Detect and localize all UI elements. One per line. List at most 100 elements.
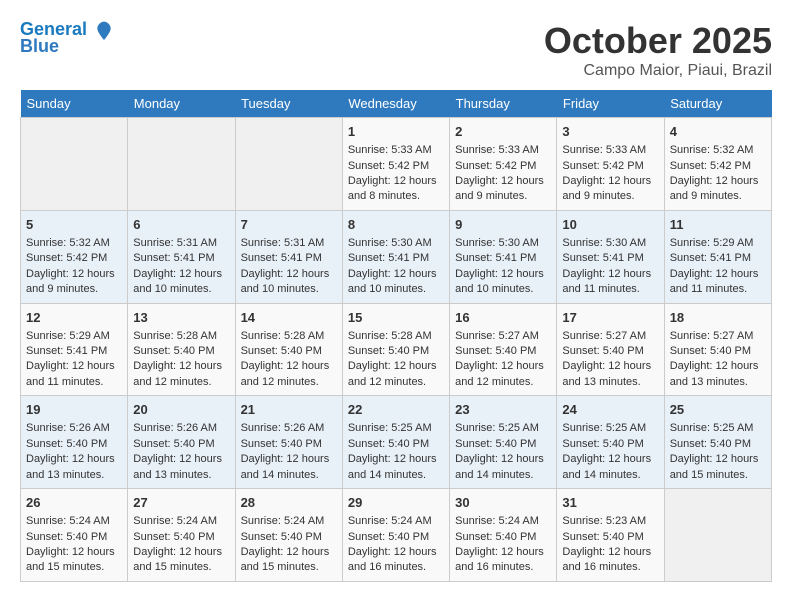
calendar-cell: 3Sunrise: 5:33 AMSunset: 5:42 PMDaylight… <box>557 118 664 211</box>
daylight-text: Daylight: 12 hours and 10 minutes. <box>241 267 337 298</box>
daylight-text: Daylight: 12 hours and 16 minutes. <box>348 545 444 576</box>
sunrise-text: Sunrise: 5:26 AM <box>26 421 122 436</box>
daylight-text: Daylight: 12 hours and 13 minutes. <box>133 452 229 483</box>
calendar-cell: 25Sunrise: 5:25 AMSunset: 5:40 PMDayligh… <box>664 396 771 489</box>
sunset-text: Sunset: 5:40 PM <box>133 437 229 452</box>
calendar-cell <box>128 118 235 211</box>
day-number: 2 <box>455 123 551 141</box>
sunset-text: Sunset: 5:40 PM <box>26 437 122 452</box>
sunset-text: Sunset: 5:40 PM <box>562 437 658 452</box>
calendar-week-row: 12Sunrise: 5:29 AMSunset: 5:41 PMDayligh… <box>21 303 772 396</box>
daylight-text: Daylight: 12 hours and 13 minutes. <box>670 359 766 390</box>
calendar-cell: 21 Sunrise: 5:26 AMSunset: 5:40 PMDayligh… <box>235 396 342 489</box>
sunset-text: Sunset: 5:40 PM <box>133 344 229 359</box>
sunrise-text: Sunrise: 5:29 AM <box>26 329 122 344</box>
calendar-cell <box>664 489 771 582</box>
day-number: 22 <box>348 401 444 419</box>
day-number: 13 <box>133 309 229 327</box>
day-number: 11 <box>670 216 766 234</box>
sunset-text: Sunset: 5:40 PM <box>455 344 551 359</box>
day-number: 30 <box>455 494 551 512</box>
sunset-text: Sunset: 5:42 PM <box>670 159 766 174</box>
sunset-text: Sunset: 5:40 PM <box>670 437 766 452</box>
day-number: 7 <box>241 216 337 234</box>
day-number: 31 <box>562 494 658 512</box>
sunrise-text: Sunrise: 5:28 AM <box>241 329 337 344</box>
sunrise-text: Sunrise: 5:24 AM <box>348 514 444 529</box>
sunset-text: Sunset: 5:41 PM <box>455 251 551 266</box>
calendar-cell: 18Sunrise: 5:27 AMSunset: 5:40 PMDayligh… <box>664 303 771 396</box>
sunset-text: Sunset: 5:40 PM <box>348 437 444 452</box>
calendar-cell: 26Sunrise: 5:24 AMSunset: 5:40 PMDayligh… <box>21 489 128 582</box>
sunrise-text: Sunrise: 5:32 AM <box>670 143 766 158</box>
daylight-text: Daylight: 12 hours and 11 minutes. <box>26 359 122 390</box>
sunrise-text: Sunrise: 5:23 AM <box>562 514 658 529</box>
sunset-text: Sunset: 5:41 PM <box>348 251 444 266</box>
calendar-cell: 1Sunrise: 5:33 AMSunset: 5:42 PMDaylight… <box>342 118 449 211</box>
daylight-text: Daylight: 12 hours and 10 minutes. <box>133 267 229 298</box>
daylight-text: Daylight: 12 hours and 11 minutes. <box>562 267 658 298</box>
calendar-cell: 2Sunrise: 5:33 AMSunset: 5:42 PMDaylight… <box>450 118 557 211</box>
sunrise-text: Sunrise: 5:32 AM <box>26 236 122 251</box>
sunrise-text: Sunrise: 5:26 AM <box>241 421 337 436</box>
sunrise-text: Sunrise: 5:28 AM <box>348 329 444 344</box>
day-number: 26 <box>26 494 122 512</box>
sunset-text: Sunset: 5:40 PM <box>455 530 551 545</box>
weekday-header: Sunday <box>21 90 128 118</box>
location: Campo Maior, Piaui, Brazil <box>544 62 772 80</box>
sunrise-text: Sunrise: 5:29 AM <box>670 236 766 251</box>
weekday-header: Thursday <box>450 90 557 118</box>
sunset-text: Sunset: 5:40 PM <box>241 437 337 452</box>
day-number: 9 <box>455 216 551 234</box>
weekday-header: Monday <box>128 90 235 118</box>
daylight-text: Daylight: 12 hours and 12 minutes. <box>133 359 229 390</box>
day-number: 21 <box>241 401 337 419</box>
day-number: 28 <box>241 494 337 512</box>
sunrise-text: Sunrise: 5:30 AM <box>562 236 658 251</box>
sunrise-text: Sunrise: 5:27 AM <box>455 329 551 344</box>
day-number: 19 <box>26 401 122 419</box>
calendar-cell: 7Sunrise: 5:31 AMSunset: 5:41 PMDaylight… <box>235 210 342 303</box>
weekday-header: Wednesday <box>342 90 449 118</box>
daylight-text: Daylight: 12 hours and 14 minutes. <box>241 452 337 483</box>
sunset-text: Sunset: 5:40 PM <box>670 344 766 359</box>
day-number: 16 <box>455 309 551 327</box>
sunrise-text: Sunrise: 5:30 AM <box>348 236 444 251</box>
calendar-cell: 31Sunrise: 5:23 AMSunset: 5:40 PMDayligh… <box>557 489 664 582</box>
daylight-text: Daylight: 12 hours and 9 minutes. <box>455 174 551 205</box>
day-number: 25 <box>670 401 766 419</box>
daylight-text: Daylight: 12 hours and 16 minutes. <box>562 545 658 576</box>
calendar-cell: 15Sunrise: 5:28 AMSunset: 5:40 PMDayligh… <box>342 303 449 396</box>
daylight-text: Daylight: 12 hours and 9 minutes. <box>26 267 122 298</box>
daylight-text: Daylight: 12 hours and 16 minutes. <box>455 545 551 576</box>
calendar-cell: 5Sunrise: 5:32 AMSunset: 5:42 PMDaylight… <box>21 210 128 303</box>
sunrise-text: Sunrise: 5:24 AM <box>455 514 551 529</box>
daylight-text: Daylight: 12 hours and 12 minutes. <box>348 359 444 390</box>
sunset-text: Sunset: 5:42 PM <box>562 159 658 174</box>
calendar-cell: 29Sunrise: 5:24 AMSunset: 5:40 PMDayligh… <box>342 489 449 582</box>
day-number: 5 <box>26 216 122 234</box>
sunrise-text: Sunrise: 5:25 AM <box>348 421 444 436</box>
day-number: 1 <box>348 123 444 141</box>
day-number: 20 <box>133 401 229 419</box>
weekday-header-row: SundayMondayTuesdayWednesdayThursdayFrid… <box>21 90 772 118</box>
day-number: 12 <box>26 309 122 327</box>
sunset-text: Sunset: 5:42 PM <box>348 159 444 174</box>
calendar-cell: 9Sunrise: 5:30 AMSunset: 5:41 PMDaylight… <box>450 210 557 303</box>
calendar-cell: 6Sunrise: 5:31 AMSunset: 5:41 PMDaylight… <box>128 210 235 303</box>
sunrise-text: Sunrise: 5:27 AM <box>670 329 766 344</box>
day-number: 15 <box>348 309 444 327</box>
daylight-text: Daylight: 12 hours and 13 minutes. <box>26 452 122 483</box>
daylight-text: Daylight: 12 hours and 14 minutes. <box>455 452 551 483</box>
calendar-cell: 4Sunrise: 5:32 AMSunset: 5:42 PMDaylight… <box>664 118 771 211</box>
month-title: October 2025 <box>544 20 772 62</box>
sunrise-text: Sunrise: 5:30 AM <box>455 236 551 251</box>
day-number: 23 <box>455 401 551 419</box>
sunset-text: Sunset: 5:41 PM <box>241 251 337 266</box>
day-number: 3 <box>562 123 658 141</box>
day-number: 8 <box>348 216 444 234</box>
calendar-cell: 16Sunrise: 5:27 AMSunset: 5:40 PMDayligh… <box>450 303 557 396</box>
calendar-cell: 22Sunrise: 5:25 AMSunset: 5:40 PMDayligh… <box>342 396 449 489</box>
daylight-text: Daylight: 12 hours and 10 minutes. <box>348 267 444 298</box>
daylight-text: Daylight: 12 hours and 15 minutes. <box>26 545 122 576</box>
